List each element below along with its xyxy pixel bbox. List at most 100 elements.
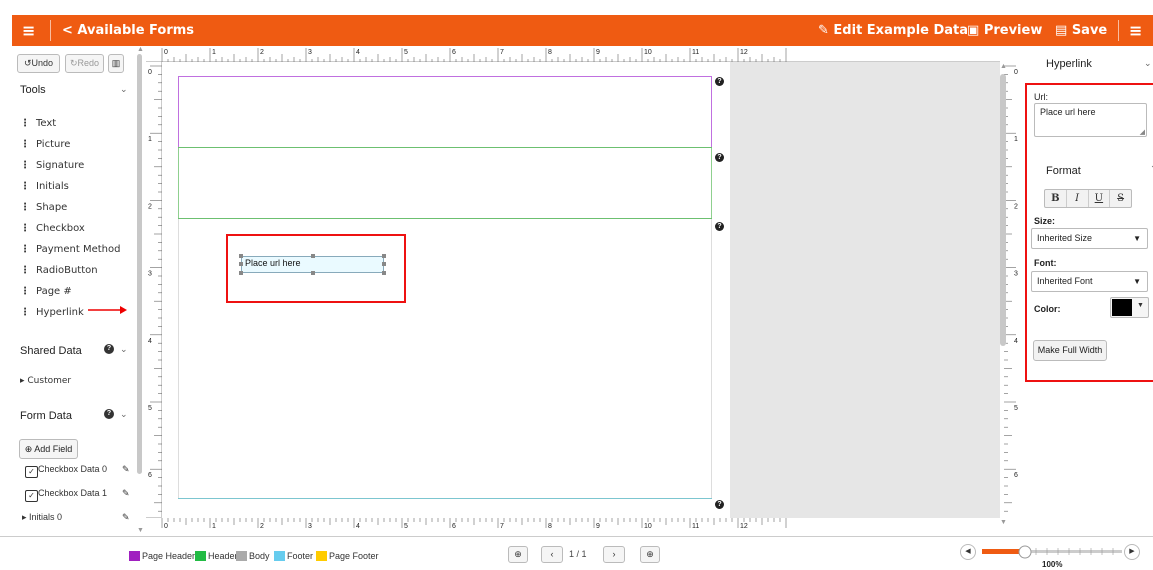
menu-button[interactable]: ≡ [22,15,35,46]
make-full-width-button[interactable]: Make Full Width [1033,340,1107,361]
tool-payment-method[interactable]: ⋮ Payment Method [20,244,120,255]
italic-button[interactable]: I [1067,190,1089,207]
ruler-number: 10 [644,49,652,56]
zoom-in-button[interactable]: ▶ [1124,544,1140,560]
tool-label: Picture [36,139,71,150]
tool-checkbox[interactable]: ⋮ Checkbox [20,223,85,234]
form-data-heading[interactable]: Form Data [20,410,72,422]
format-heading[interactable]: Format [1046,165,1081,177]
ruler-number: 0 [164,523,168,530]
right-menu-button[interactable]: ≡ [1129,15,1142,46]
color-label: Color: [1034,304,1061,314]
ruler-number: 4 [1014,338,1018,345]
help-icon[interactable]: ? [104,409,114,419]
resize-handle[interactable] [239,254,243,258]
size-select[interactable]: Inherited Size ▼ [1031,228,1148,249]
ruler-number: 2 [148,203,152,210]
help-icon[interactable]: ? [104,344,114,354]
url-textarea[interactable]: Place url here ◢ [1034,103,1147,137]
undo-button[interactable]: ↺Undo [17,54,60,73]
bold-button[interactable]: B [1045,190,1067,207]
tool-shape[interactable]: ⋮ Shape [20,202,67,213]
strikethrough-button[interactable]: S [1110,190,1131,207]
resize-grip-icon[interactable]: ◢ [1140,128,1145,136]
left-scrollbar[interactable] [137,54,142,474]
shared-data-label: Shared Data [20,345,82,357]
add-field-button[interactable]: ⊕ Add Field [19,439,78,459]
edit-example-data-button[interactable]: ✎ Edit Example Data [818,15,968,46]
ruler-number: 6 [1014,472,1018,479]
add-field-label: Add Field [34,444,73,454]
back-to-forms-link[interactable]: < Available Forms [62,15,194,46]
tool-label: Hyperlink [36,307,84,318]
shared-data-item-customer[interactable]: ▸ Customer [20,376,71,386]
redo-button[interactable]: ↻Redo [65,54,104,73]
resize-handle[interactable] [311,254,315,258]
ruler-number: 11 [692,49,699,56]
zoom-out-button[interactable]: ◀ [960,544,976,560]
tool-page-number[interactable]: ⋮ Page # [20,286,72,297]
preview-button[interactable]: ▣ Preview [967,15,1042,46]
add-page-before-button[interactable]: ⊕ [508,546,528,563]
resize-handle[interactable] [311,271,315,275]
edit-icon[interactable]: ✎ [122,512,130,523]
ruler-number: 4 [148,338,152,345]
help-icon[interactable]: ? [715,500,724,509]
edit-icon[interactable]: ✎ [122,464,130,475]
tool-signature[interactable]: ⋮ Signature [20,160,84,171]
tools-heading[interactable]: Tools [20,84,46,96]
chevron-right-icon: › [612,549,616,559]
tool-text[interactable]: ⋮ Text [20,118,56,129]
form-data-item[interactable]: ✓ Checkbox Data 0 [25,464,107,478]
underline-button[interactable]: U [1089,190,1111,207]
font-select[interactable]: Inherited Font ▼ [1031,271,1148,292]
form-data-item[interactable]: ▸ Initials 0 [22,512,62,523]
delete-button[interactable]: ▥ [108,54,124,73]
help-icon[interactable]: ? [715,77,724,86]
tool-radiobutton[interactable]: ⋮ RadioButton [20,265,98,276]
help-icon[interactable]: ? [715,153,724,162]
resize-handle[interactable] [382,262,386,266]
hyperlink-heading[interactable]: Hyperlink [1046,58,1092,70]
page-header-right-edge [711,76,712,148]
ruler-number: 6 [148,472,152,479]
chevron-down-icon[interactable]: ⌄ [120,84,128,95]
tool-picture[interactable]: ⋮ Picture [20,139,70,150]
form-data-item[interactable]: ✓ Checkbox Data 1 [25,488,107,502]
tool-initials[interactable]: ⋮ Initials [20,181,69,192]
tool-label: Signature [36,160,85,171]
scroll-up-icon[interactable]: ▲ [1000,63,1007,70]
edit-icon[interactable]: ✎ [122,488,130,499]
chevron-down-icon[interactable]: ⌄ [120,409,128,420]
header-right-edge [711,148,712,218]
canvas-scrollbar[interactable] [1000,74,1006,346]
drag-handle-icon: ⋮ [20,307,30,318]
shared-data-heading[interactable]: Shared Data [20,345,82,357]
scroll-down-icon[interactable]: ▼ [1000,519,1007,526]
page-header-top-line [178,76,712,77]
zoom-slider[interactable] [982,544,1122,560]
color-picker[interactable]: ▼ [1110,297,1149,318]
legend-swatch [195,551,206,561]
help-icon[interactable]: ? [715,222,724,231]
previous-page-button[interactable]: ‹ [541,546,563,563]
resize-handle[interactable] [239,271,243,275]
ruler-number: 6 [452,49,456,56]
header-band-line [178,147,712,148]
ruler-number: 10 [644,523,652,530]
chevron-down-icon[interactable]: ⌄ [120,344,128,355]
scroll-up-icon[interactable]: ▲ [137,46,144,53]
save-button[interactable]: ▤ Save [1055,15,1107,46]
tool-hyperlink[interactable]: ⋮ Hyperlink [20,307,84,318]
add-page-after-button[interactable]: ⊕ [640,546,660,563]
chevron-down-icon[interactable]: ⌄ [1144,58,1152,69]
resize-handle[interactable] [382,271,386,275]
tool-label: Payment Method [36,244,121,255]
resize-handle[interactable] [239,262,243,266]
form-page[interactable]: ? ? ? ? Place url here [162,62,730,518]
scroll-down-icon[interactable]: ▼ [137,527,144,534]
format-heading-label: Format [1046,165,1081,177]
ruler-number: 5 [404,49,408,56]
resize-handle[interactable] [382,254,386,258]
next-page-button[interactable]: › [603,546,625,563]
